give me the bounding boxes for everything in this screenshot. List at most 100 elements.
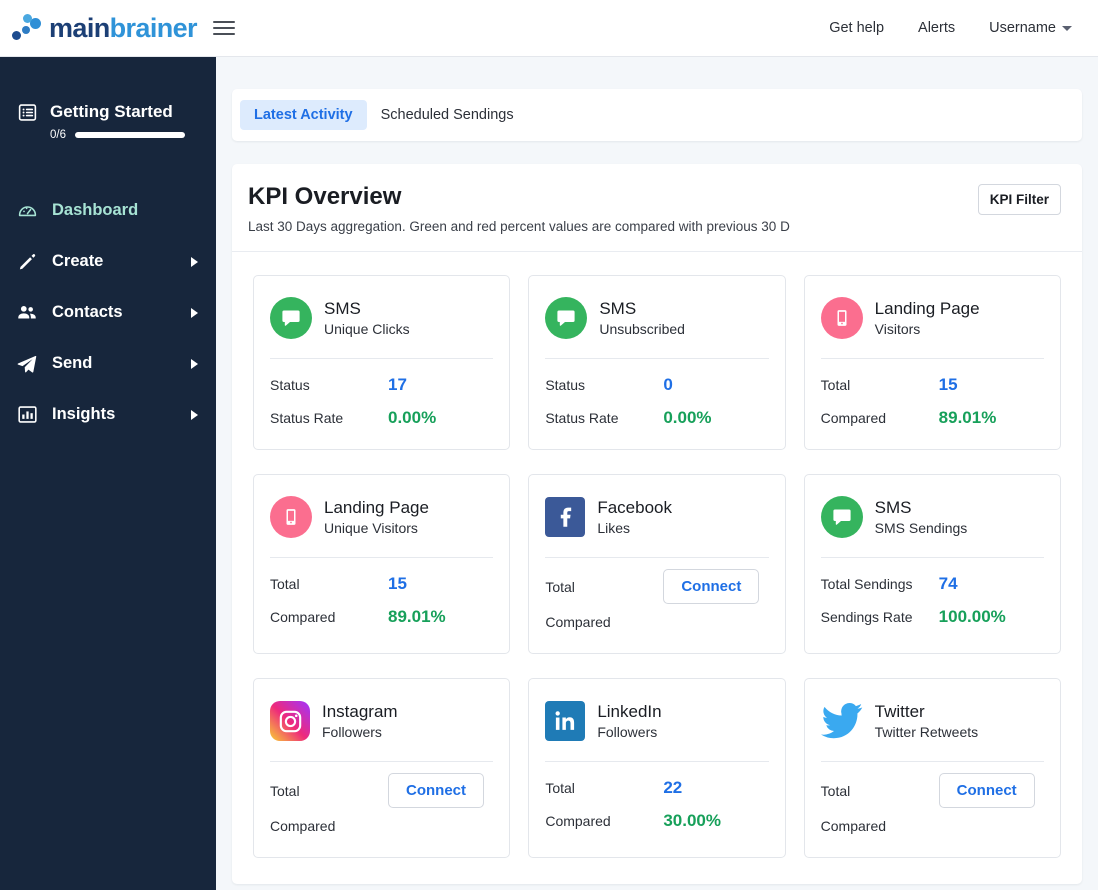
metric-percent-value: 89.01%	[388, 607, 446, 626]
connect-button[interactable]: Connect	[663, 569, 760, 604]
kpi-brand-name: Landing Page	[874, 298, 980, 318]
metric-percent-value: 89.01%	[938, 408, 997, 427]
username-menu[interactable]: Username	[989, 20, 1072, 36]
divider	[820, 557, 1044, 558]
kpi-filter-button[interactable]: KPI Filter	[977, 184, 1061, 215]
instagram-icon	[270, 701, 310, 741]
chevron-right-icon	[191, 307, 198, 318]
kpi-brand-icon	[545, 297, 588, 339]
kpi-tile[interactable]: Landing Page Unique Visitors Total 15 Compar…	[253, 474, 511, 654]
kpi-brand-name: Instagram	[322, 701, 398, 721]
connect-button[interactable]: Connect	[388, 773, 484, 808]
kpi-tile[interactable]: Twitter Twitter Retweets Total Connect Compa…	[803, 678, 1061, 858]
tab-scheduled-sendings[interactable]: Scheduled Sendings	[367, 100, 528, 130]
kpi-row-label: Status	[270, 377, 310, 393]
kpi-row-label: Compared	[270, 818, 336, 834]
kpi-row: Total 15	[821, 370, 1044, 400]
sidebar-label-send: Send	[52, 354, 93, 372]
kpi-row-label: Compared	[545, 614, 611, 630]
metric-percent-value: 0.00%	[388, 408, 437, 427]
kpi-tile[interactable]: Landing Page Visitors Total 15 Compared 89.01…	[803, 275, 1061, 450]
sidebar-item-send[interactable]: Send	[0, 338, 216, 389]
kpi-row-label: Compared	[820, 410, 887, 426]
kpi-subtitle: Last 30 Days aggregation. Green and red …	[248, 219, 790, 234]
divider	[545, 557, 769, 558]
sms-bubble-icon	[270, 297, 312, 339]
kpi-row-label: Total	[820, 782, 851, 799]
divider	[820, 358, 1044, 359]
header-links: Get help Alerts Username	[829, 20, 1072, 36]
kpi-row: Total 22	[545, 773, 768, 803]
kpi-row: Total Connect	[270, 773, 493, 808]
sidebar-item-dashboard[interactable]: Dashboard	[0, 185, 216, 236]
kpi-tile-titles: SMS Unsubscribed	[599, 298, 685, 338]
kpi-tile-header: SMS SMS Sendings	[820, 489, 1044, 545]
sms-bubble-icon	[545, 297, 588, 339]
kpi-tile[interactable]: SMS Unsubscribed Status 0 Status Rate 0.00%	[528, 275, 786, 450]
kpi-metric-name: Followers	[597, 724, 658, 741]
kpi-tile-rows: Status 17 Status Rate 0.00%	[270, 370, 493, 433]
sidebar-item-insights[interactable]: Insights	[0, 389, 216, 440]
kpi-row: Status Rate 0.00%	[545, 403, 768, 433]
kpi-row: Compared	[821, 811, 1044, 841]
chevron-right-icon	[191, 256, 198, 267]
sms-bubble-icon	[820, 496, 863, 538]
tab-latest-activity[interactable]: Latest Activity	[240, 100, 367, 130]
kpi-metric-name: Followers	[322, 724, 382, 741]
sidebar: Getting Started 0/6 Dashboard Create Con…	[0, 57, 216, 890]
metric-number-value: 22	[663, 778, 683, 797]
username-label: Username	[989, 20, 1056, 36]
kpi-tile-header: SMS Unique Clicks	[270, 290, 493, 346]
kpi-brand-icon	[820, 700, 863, 742]
linkedin-icon	[545, 701, 586, 741]
kpi-tile-header: Facebook Likes	[545, 489, 768, 545]
bar-chart-icon	[16, 404, 38, 426]
kpi-tile-rows: Total Connect Compared	[821, 773, 1044, 841]
app-logo[interactable]: mainbrainer	[12, 13, 198, 44]
metric-percent-value: 100.00%	[938, 607, 1006, 626]
kpi-tile[interactable]: LinkedIn Followers Total 22 Compared 30.00%	[528, 678, 786, 858]
kpi-row-label: Total	[545, 578, 575, 595]
kpi-metric-name: Unique Visitors	[324, 520, 418, 537]
get-help-link[interactable]: Get help	[829, 20, 884, 36]
progress-bar	[75, 132, 185, 138]
pencil-icon	[16, 251, 38, 273]
connect-button[interactable]: Connect	[938, 773, 1035, 808]
divider	[270, 761, 494, 762]
kpi-row: Status 0	[545, 370, 768, 400]
getting-started-progress: 0/6	[50, 129, 216, 141]
kpi-tile[interactable]: SMS Unique Clicks Status 17 Status Rate 0.00%	[253, 275, 511, 450]
kpi-tile[interactable]: Instagram Followers Total Connect Compared	[253, 678, 511, 858]
metric-percent-value: 0.00%	[663, 408, 712, 427]
kpi-metric-name: SMS Sendings	[874, 520, 968, 537]
kpi-brand-name: SMS	[874, 497, 912, 517]
kpi-tile-titles: LinkedIn Followers	[597, 701, 661, 741]
getting-started-block[interactable]: Getting Started 0/6	[0, 57, 216, 141]
sidebar-item-contacts[interactable]: Contacts	[0, 287, 216, 338]
kpi-metric-name: Unsubscribed	[599, 321, 685, 338]
kpi-tile-rows: Total 15 Compared 89.01%	[821, 370, 1044, 433]
alerts-link[interactable]: Alerts	[918, 20, 955, 36]
kpi-tile[interactable]: Facebook Likes Total Connect Compared	[528, 474, 786, 654]
kpi-tile[interactable]: SMS SMS Sendings Total Sendings 74 Sendings …	[803, 474, 1061, 654]
sidebar-item-create[interactable]: Create	[0, 236, 216, 287]
kpi-tile-rows: Total Connect Compared	[545, 569, 768, 637]
kpi-tile-rows: Total Connect Compared	[270, 773, 493, 841]
kpi-row: Total Connect	[821, 773, 1044, 808]
kpi-tile-titles: Instagram Followers	[322, 701, 398, 741]
kpi-card-grid: SMS Unique Clicks Status 17 Status Rate 0.00%…	[232, 252, 1082, 884]
kpi-metric-name: Visitors	[874, 321, 921, 338]
kpi-brand-icon	[820, 297, 863, 339]
kpi-row-label: Total Sendings	[820, 576, 913, 592]
kpi-tile-rows: Status 0 Status Rate 0.00%	[545, 370, 768, 433]
kpi-tile-titles: Facebook Likes	[597, 497, 672, 537]
mobile-phone-icon	[820, 297, 863, 339]
kpi-row-label: Status Rate	[545, 410, 619, 426]
divider	[545, 761, 769, 762]
sidebar-label-create: Create	[52, 252, 104, 270]
kpi-row: Compared 89.01%	[821, 403, 1044, 433]
kpi-metric-name: Twitter Retweets	[874, 724, 979, 741]
kpi-tile-header: LinkedIn Followers	[545, 693, 768, 749]
metric-percent-value: 30.00%	[663, 811, 721, 830]
hamburger-icon[interactable]	[212, 19, 235, 37]
